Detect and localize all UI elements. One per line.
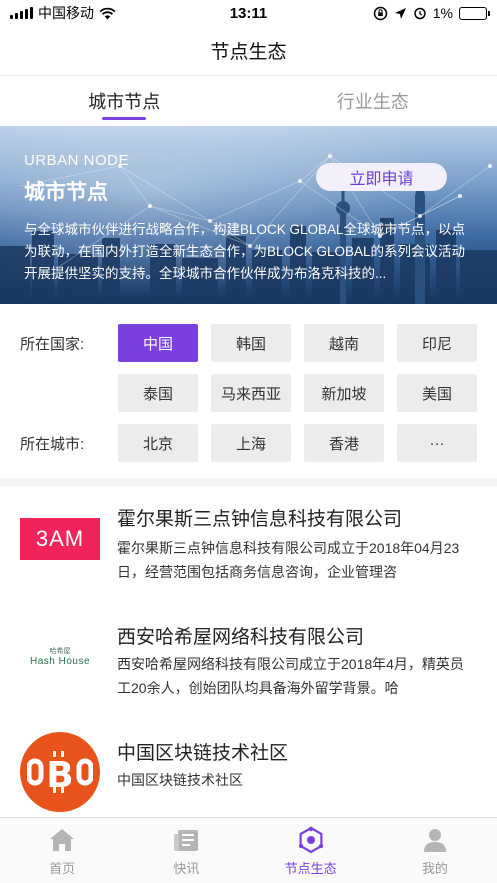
country-filter-row-2: 泰国 马来西亚 新加坡 美国 <box>0 374 497 412</box>
news-icon <box>174 830 199 851</box>
city-chip[interactable]: 上海 <box>211 424 291 462</box>
tabbar-profile[interactable]: 我的 <box>373 818 497 883</box>
banner-subtitle: URBAN NODE <box>24 152 130 169</box>
page-title: 节点生态 <box>210 42 287 63</box>
status-time: 13:11 <box>229 4 268 22</box>
screen-rotation-lock-icon <box>373 6 388 20</box>
logo-text: Hash House <box>29 655 91 667</box>
tabbar-node-ecosystem[interactable]: 节点生态 <box>249 818 373 883</box>
company-logo: 哈希屋 Hash House <box>20 616 100 696</box>
company-logo: 3AM <box>20 518 100 560</box>
city-chip[interactable]: 香港 <box>304 424 384 462</box>
tabbar-label: 快讯 <box>173 861 200 876</box>
status-bar: 中国移动 13:11 1% <box>0 0 497 26</box>
tabbar-home[interactable]: 首页 <box>0 818 124 883</box>
carrier-name: 中国移动 <box>38 5 94 21</box>
profile-icon <box>423 829 446 852</box>
city-chip[interactable]: 北京 <box>118 424 198 462</box>
city-filter-row: 所在城市: 北京 上海 香港 ··· <box>0 424 497 462</box>
company-name: 霍尔果斯三点钟信息科技有限公司 <box>117 509 403 530</box>
logo-letter: B <box>46 755 73 796</box>
tabbar-label: 首页 <box>49 861 76 876</box>
list-item[interactable]: 3AM 霍尔果斯三点钟信息科技有限公司 霍尔果斯三点钟信息科技有限公司成立于20… <box>0 486 497 596</box>
tabbar-news[interactable]: 快讯 <box>124 818 248 883</box>
more-cities-chip[interactable]: ··· <box>397 424 477 462</box>
country-chip[interactable]: 中国 <box>118 324 198 362</box>
company-description: 西安哈希屋网络科技有限公司成立于2018年4月，精英员工20余人，创始团队均具备… <box>117 656 464 696</box>
navigation-bar: 节点生态 <box>0 26 497 76</box>
country-chip[interactable]: 新加坡 <box>304 374 384 412</box>
banner-description: 与全球城市伙伴进行战略合作，构建BLOCK GLOBAL全球城市节点，以点为联动… <box>24 222 466 281</box>
apply-now-button[interactable]: 立即申请 <box>316 163 447 191</box>
tabbar-label: 节点生态 <box>284 861 337 876</box>
node-ecosystem-icon <box>298 826 323 854</box>
country-label: 所在国家: <box>20 335 85 353</box>
company-logo: B <box>20 732 100 812</box>
segment-tabs: 城市节点 行业生态 <box>0 76 497 126</box>
battery-icon <box>459 6 490 20</box>
country-chip[interactable]: 泰国 <box>118 374 198 412</box>
bitcoin-chain-logo-icon: B <box>27 751 93 796</box>
company-name: 西安哈希屋网络科技有限公司 <box>117 627 365 648</box>
wifi-icon <box>99 7 116 19</box>
bottom-tab-bar: 首页 快讯 节点生态 我的 <box>0 817 497 883</box>
banner-title: 城市节点 <box>24 181 108 204</box>
tab-city-node[interactable]: 城市节点 <box>0 76 249 126</box>
location-arrow-icon <box>394 7 406 19</box>
list-item[interactable]: 哈希屋 Hash House 西安哈希屋网络科技有限公司 西安哈希屋网络科技有限… <box>0 596 497 706</box>
section-divider <box>0 478 497 486</box>
logo-subtext: 哈希屋 <box>49 647 71 655</box>
country-chip[interactable]: 韩国 <box>211 324 291 362</box>
country-chip[interactable]: 美国 <box>397 374 477 412</box>
signal-strength-icon <box>10 7 33 19</box>
tab-industry-ecosystem[interactable]: 行业生态 <box>249 76 497 126</box>
company-name: 中国区块链技术社区 <box>117 743 289 764</box>
company-description: 中国区块链技术社区 <box>117 772 243 788</box>
alarm-icon <box>414 7 426 20</box>
tabbar-label: 我的 <box>421 861 448 876</box>
country-chip[interactable]: 马来西亚 <box>211 374 291 412</box>
battery-percent: 1% <box>432 5 453 21</box>
country-chip[interactable]: 越南 <box>304 324 384 362</box>
home-icon <box>50 829 75 851</box>
city-label: 所在城市: <box>20 435 85 453</box>
list-item[interactable]: B 中国区块链技术社区 中国区块链技术社区 <box>0 718 497 816</box>
city-node-banner: URBAN NODE 城市节点 立即申请 与全球城市伙伴进行战略合作，构建BLO… <box>0 126 497 304</box>
country-filter-row: 所在国家: 中国 韩国 越南 印尼 <box>0 324 497 362</box>
company-description: 霍尔果斯三点钟信息科技有限公司成立于2018年04月23日，经营范围包括商务信息… <box>117 540 460 580</box>
country-chip[interactable]: 印尼 <box>397 324 477 362</box>
